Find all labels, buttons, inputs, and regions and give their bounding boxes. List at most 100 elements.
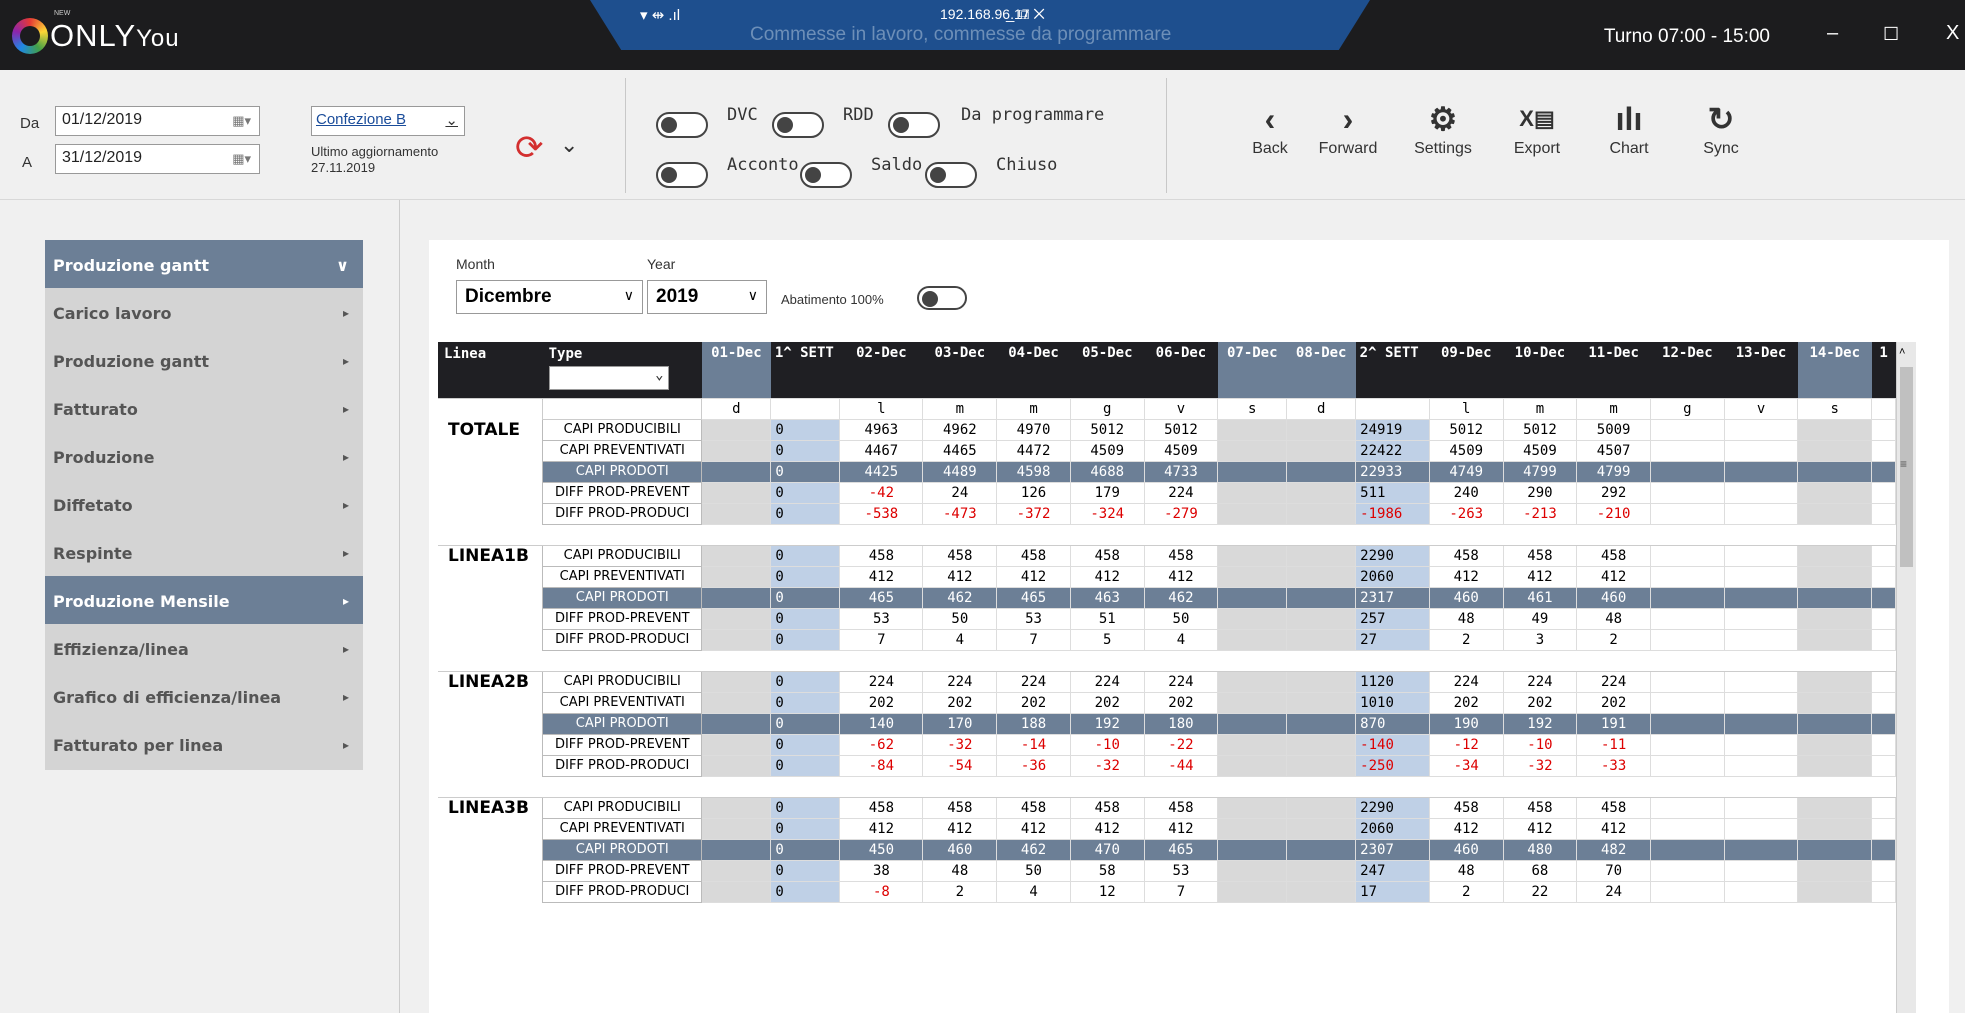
value-cell[interactable]: -10: [1069, 733, 1145, 756]
value-cell[interactable]: 463: [1069, 586, 1145, 609]
value-cell[interactable]: -210: [1576, 502, 1651, 525]
value-cell[interactable]: [1217, 880, 1288, 903]
value-cell[interactable]: 0: [770, 838, 841, 861]
value-cell[interactable]: 51: [1069, 607, 1145, 630]
value-cell[interactable]: -12: [1428, 733, 1504, 756]
value-cell[interactable]: -84: [839, 754, 924, 777]
value-cell[interactable]: 5009: [1576, 418, 1651, 441]
value-cell[interactable]: [1797, 418, 1873, 441]
value-cell[interactable]: 50: [922, 607, 998, 630]
value-cell[interactable]: 202: [1428, 691, 1504, 714]
value-cell[interactable]: 0: [770, 586, 841, 609]
value-cell[interactable]: -42: [839, 481, 924, 504]
value-cell[interactable]: [1649, 502, 1725, 525]
value-cell[interactable]: 7: [996, 628, 1071, 651]
value-cell[interactable]: [1871, 586, 1896, 609]
value-cell[interactable]: 470: [1069, 838, 1145, 861]
abatimento-toggle[interactable]: [917, 286, 967, 310]
value-cell[interactable]: 0: [770, 565, 841, 588]
value-cell[interactable]: 2290: [1355, 544, 1430, 567]
value-cell[interactable]: [1217, 691, 1288, 714]
value-cell[interactable]: 4749: [1428, 460, 1504, 483]
value-cell[interactable]: [1797, 565, 1873, 588]
value-cell[interactable]: -32: [1502, 754, 1578, 777]
value-cell[interactable]: 465: [1143, 838, 1219, 861]
value-cell[interactable]: [1217, 859, 1288, 882]
value-cell[interactable]: 0: [770, 859, 841, 882]
value-cell[interactable]: [1286, 754, 1357, 777]
value-cell[interactable]: [1286, 712, 1357, 735]
sidebar-item-effizienza-linea[interactable]: Effizienza/linea ▸: [45, 624, 363, 674]
value-cell[interactable]: 412: [1428, 565, 1504, 588]
value-cell[interactable]: [1797, 481, 1873, 504]
value-cell[interactable]: 70: [1576, 859, 1651, 882]
value-cell[interactable]: 4799: [1502, 460, 1578, 483]
value-cell[interactable]: [1871, 670, 1896, 693]
value-cell[interactable]: [1649, 418, 1725, 441]
value-cell[interactable]: [1797, 502, 1873, 525]
value-cell[interactable]: 4970: [996, 418, 1071, 441]
value-cell[interactable]: 0: [770, 754, 841, 777]
value-cell[interactable]: [1217, 628, 1288, 651]
value-cell[interactable]: 0: [770, 481, 841, 504]
value-cell[interactable]: 5012: [1143, 418, 1219, 441]
value-cell[interactable]: [1723, 733, 1799, 756]
value-cell[interactable]: 7: [839, 628, 924, 651]
value-cell[interactable]: 179: [1069, 481, 1145, 504]
value-cell[interactable]: 0: [770, 439, 841, 462]
value-cell[interactable]: [1286, 796, 1357, 819]
value-cell[interactable]: 412: [922, 565, 998, 588]
value-cell[interactable]: [1723, 544, 1799, 567]
maximize-button[interactable]: ☐: [1883, 24, 1899, 45]
value-cell[interactable]: 2: [1428, 628, 1504, 651]
value-cell[interactable]: 224: [1502, 670, 1578, 693]
value-cell[interactable]: -140: [1355, 733, 1430, 756]
value-cell[interactable]: 4425: [839, 460, 924, 483]
value-cell[interactable]: 53: [996, 607, 1071, 630]
value-cell[interactable]: [1723, 796, 1799, 819]
calendar-icon[interactable]: ▦▾: [232, 113, 251, 129]
value-cell[interactable]: [1217, 439, 1288, 462]
value-cell[interactable]: [1723, 712, 1799, 735]
value-cell[interactable]: [1723, 670, 1799, 693]
value-cell[interactable]: [1797, 817, 1873, 840]
toggle-dvc[interactable]: [656, 112, 708, 138]
value-cell[interactable]: [1649, 796, 1725, 819]
value-cell[interactable]: [1871, 754, 1896, 777]
value-cell[interactable]: [1217, 754, 1288, 777]
back-button[interactable]: ‹ Back: [1225, 98, 1315, 158]
value-cell[interactable]: 202: [996, 691, 1071, 714]
value-cell[interactable]: 2060: [1355, 817, 1430, 840]
refresh-icon[interactable]: ⟳: [515, 128, 544, 168]
value-cell[interactable]: [1723, 502, 1799, 525]
value-cell[interactable]: [1286, 607, 1357, 630]
value-cell[interactable]: 0: [770, 460, 841, 483]
value-cell[interactable]: 0: [770, 418, 841, 441]
value-cell[interactable]: 4962: [922, 418, 998, 441]
value-cell[interactable]: 0: [770, 712, 841, 735]
value-cell[interactable]: [1797, 460, 1873, 483]
sidebar-item-fatturato[interactable]: Fatturato ▸: [45, 384, 363, 434]
department-select[interactable]: Confezione B ⌄: [311, 106, 465, 136]
value-cell[interactable]: [1649, 628, 1725, 651]
value-cell[interactable]: 49: [1502, 607, 1578, 630]
value-cell[interactable]: [1871, 691, 1896, 714]
export-button[interactable]: X▤ Export: [1492, 98, 1582, 158]
value-cell[interactable]: [1871, 733, 1896, 756]
value-cell[interactable]: 22933: [1355, 460, 1430, 483]
value-cell[interactable]: 412: [996, 817, 1071, 840]
value-cell[interactable]: [1217, 565, 1288, 588]
value-cell[interactable]: [1871, 838, 1896, 861]
value-cell[interactable]: 192: [1069, 712, 1145, 735]
value-cell[interactable]: [1217, 817, 1288, 840]
value-cell[interactable]: 17: [1355, 880, 1430, 903]
value-cell[interactable]: 412: [1069, 817, 1145, 840]
value-cell[interactable]: [701, 670, 772, 693]
value-cell[interactable]: 412: [839, 817, 924, 840]
value-cell[interactable]: [1797, 628, 1873, 651]
value-cell[interactable]: 0: [770, 607, 841, 630]
value-cell[interactable]: 4688: [1069, 460, 1145, 483]
value-cell[interactable]: -11: [1576, 733, 1651, 756]
value-cell[interactable]: 12: [1069, 880, 1145, 903]
value-cell[interactable]: 412: [839, 565, 924, 588]
